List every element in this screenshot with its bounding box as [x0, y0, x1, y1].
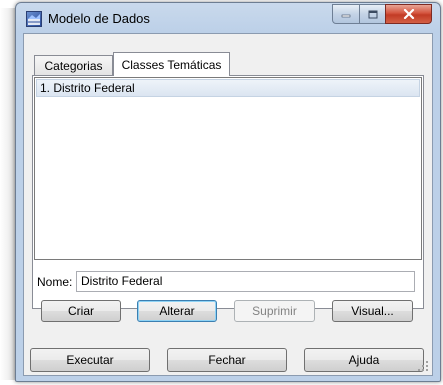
nome-input[interactable]: Distrito Federal: [76, 271, 415, 292]
tab-categorias[interactable]: Categorias: [34, 55, 113, 75]
suprimir-button[interactable]: Suprimir: [234, 300, 315, 322]
database-model-icon: [26, 11, 42, 27]
window-title: Modelo de Dados: [48, 11, 150, 26]
minimize-button[interactable]: [332, 4, 360, 24]
title-bar[interactable]: Modelo de Dados: [16, 3, 440, 33]
alterar-button[interactable]: Alterar: [137, 300, 217, 322]
maximize-button[interactable]: [359, 4, 386, 24]
tab-panel-classes-tematicas: 1. Distrito Federal Nome: Distrito Feder…: [32, 75, 424, 322]
dialog-client-area: Categorias Classes Temáticas 1. Distrito…: [23, 33, 433, 376]
background-window-edge: [0, 8, 15, 380]
close-button[interactable]: [385, 4, 432, 24]
executar-button[interactable]: Executar: [30, 348, 150, 372]
visual-button[interactable]: Visual...: [332, 300, 413, 322]
modelo-de-dados-window: Modelo de Dados Categorias Classes Temát…: [15, 2, 441, 382]
list-item[interactable]: 1. Distrito Federal: [36, 79, 420, 97]
minimize-icon: [341, 14, 351, 18]
ajuda-button[interactable]: Ajuda: [304, 348, 424, 372]
resize-grip-icon[interactable]: [417, 360, 429, 372]
nome-label: Nome:: [37, 275, 73, 289]
tab-classes-tematicas[interactable]: Classes Temáticas: [113, 52, 230, 76]
close-icon: [403, 9, 414, 19]
criar-button[interactable]: Criar: [41, 300, 121, 322]
maximize-icon: [368, 10, 377, 18]
fechar-button[interactable]: Fechar: [167, 348, 287, 372]
classes-listbox[interactable]: 1. Distrito Federal: [34, 77, 422, 260]
